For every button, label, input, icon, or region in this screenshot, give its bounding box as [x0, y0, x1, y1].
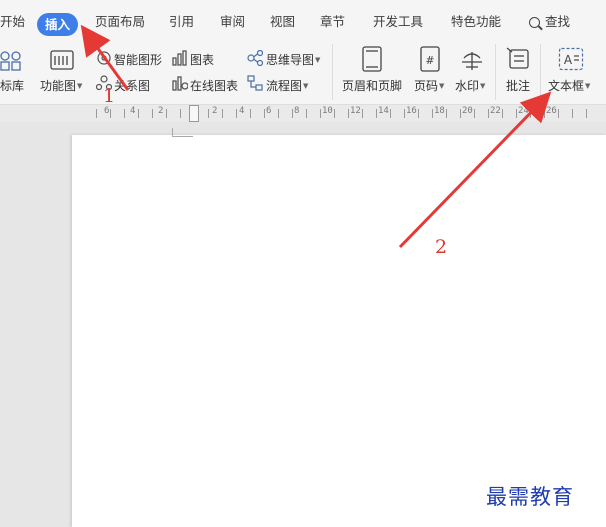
arrow-2 [398, 91, 552, 249]
arrow-1 [80, 24, 130, 91]
annotation-label-1: 1 [103, 85, 116, 107]
watermark-text: 最需教育 [486, 485, 574, 509]
annotation-arrows [80, 24, 552, 249]
annotation-label-2: 2 [435, 236, 448, 258]
